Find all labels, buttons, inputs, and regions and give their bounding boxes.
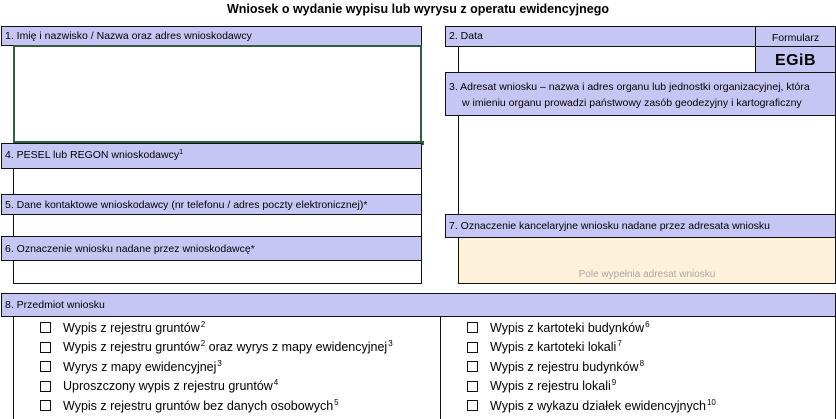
subject-option[interactable]: Wyrys z mapy ewidencyjnej3: [40, 357, 393, 377]
applicant-name-input[interactable]: [13, 45, 422, 143]
subject-option[interactable]: Uproszczony wypis z rejestru gruntów4: [40, 377, 393, 397]
office-ref-field: Pole wypełnia adresat wniosku: [458, 237, 836, 284]
subject-option[interactable]: Wypis z kartoteki lokali7: [467, 338, 716, 358]
subject-option-label: Wyrys z mapy ewidencyjnej3: [63, 358, 222, 374]
page-title: Wniosek o wydanie wypisu lub wyrysu z op…: [226, 2, 610, 16]
subject-option-label: Wypis z wykazu działek ewidencyjnych10: [490, 397, 716, 413]
office-ref-hint: Pole wypełnia adresat wniosku: [578, 269, 716, 280]
checkbox[interactable]: [467, 322, 478, 334]
field-label-applicant-name: 1. Imię i nazwisko / Nazwa oraz adres wn…: [1, 26, 422, 46]
subject-option[interactable]: Wypis z kartoteki budynków6: [467, 318, 716, 338]
subject-option[interactable]: Wypis z wykazu działek ewidencyjnych10: [467, 396, 716, 416]
subject-option-label: Uproszczony wypis z rejestru gruntów4: [63, 378, 279, 394]
applicant-ref-input[interactable]: [13, 260, 422, 284]
field-label-contact: 5. Dane kontaktowe wnioskodawcy (nr tele…: [1, 194, 422, 215]
subject-options-left: Wypis z rejestru gruntów2 Wypis z rejestr…: [13, 316, 441, 419]
field-label-addressee: 3. Adresat wniosku – nazwa i adres organ…: [445, 72, 836, 116]
subject-option[interactable]: Wypis z rejestru gruntów2 oraz wyrys z m…: [40, 338, 393, 358]
subject-option-label: Wypis z rejestru budynków8: [490, 358, 645, 374]
subject-option[interactable]: Wypis z rejestru lokali9: [467, 377, 716, 397]
subject-option-label: Wypis z kartoteki lokali7: [490, 339, 622, 355]
subject-options-right: Wypis z kartoteki budynków6 Wypis z karto…: [440, 316, 836, 419]
subject-option[interactable]: Wypis z rejestru gruntów bez danych osob…: [40, 396, 393, 416]
checkbox[interactable]: [467, 361, 478, 373]
addressee-label-line-2: w imieniu organu prowadzi państwowy zasó…: [462, 97, 802, 109]
form-type-label: Formularz: [755, 26, 836, 47]
form-code: EGiB: [755, 46, 836, 73]
field-label-applicant-ref: 6. Oznaczenie wniosku nadane przez wnios…: [1, 236, 422, 261]
subject-option[interactable]: Wypis z rejestru gruntów2: [40, 318, 393, 338]
subject-option-label: Wypis z rejestru gruntów bez danych osob…: [63, 397, 339, 413]
pesel-input[interactable]: [13, 168, 422, 195]
field-label-pesel: 4. PESEL lub REGON wnioskodawcy1: [1, 143, 422, 169]
contact-input[interactable]: [13, 214, 422, 237]
date-input[interactable]: [458, 46, 756, 73]
field-label-date: 2. Data: [445, 26, 756, 47]
subject-option-label: Wypis z rejestru lokali9: [490, 378, 617, 394]
checkbox[interactable]: [40, 341, 51, 353]
field-label-subject: 8. Przedmiot wniosku: [1, 293, 836, 317]
subject-option-label: Wypis z kartoteki budynków6: [490, 319, 650, 335]
checkbox[interactable]: [40, 400, 51, 412]
subject-option-label: Wypis z rejestru gruntów2 oraz wyrys z m…: [63, 339, 393, 355]
checkbox[interactable]: [467, 380, 478, 392]
checkbox[interactable]: [40, 361, 51, 373]
addressee-label-line-1: 3. Adresat wniosku – nazwa i adres organ…: [449, 81, 810, 93]
checkbox[interactable]: [40, 380, 51, 392]
subject-option[interactable]: Wypis z rejestru budynków8: [467, 357, 716, 377]
field-label-office-ref: 7. Oznaczenie kancelaryjne wniosku nadan…: [445, 214, 836, 238]
checkbox[interactable]: [40, 322, 51, 334]
addressee-input[interactable]: [458, 115, 836, 215]
subject-option-label: Wypis z rejestru gruntów2: [63, 319, 206, 335]
checkbox[interactable]: [467, 400, 478, 412]
checkbox[interactable]: [467, 341, 478, 353]
